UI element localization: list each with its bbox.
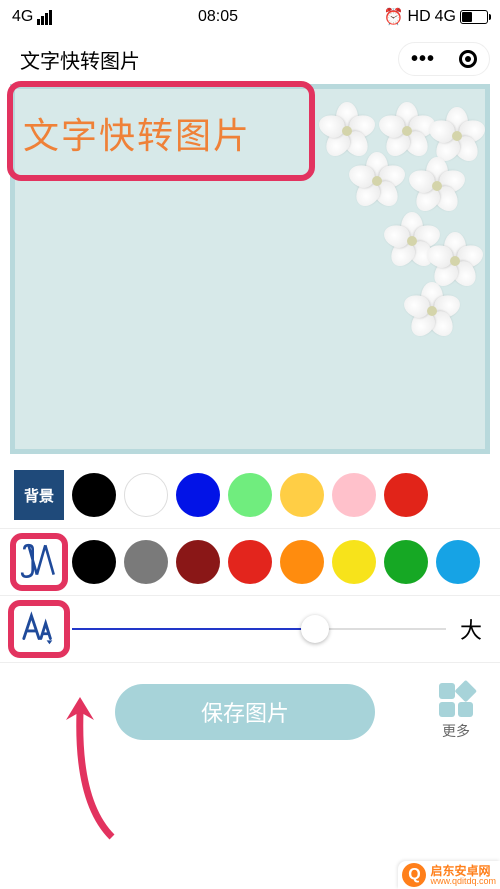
signal-icon [37,10,52,25]
close-icon[interactable] [459,50,477,68]
background-label: 背景 [14,470,64,520]
text-swatch-5[interactable] [332,540,376,584]
action-row: 保存图片 更多 [0,663,500,761]
font-style-button[interactable] [14,537,64,587]
more-button[interactable]: 更多 [426,683,486,741]
text-swatch-7[interactable] [436,540,480,584]
flower-decoration [310,104,485,334]
clock: 08:05 [198,8,238,26]
hd-indicator: HD [408,8,431,26]
bg-swatch-2[interactable] [176,473,220,517]
canvas-text: 文字快转图片 [23,107,251,159]
bg-swatch-4[interactable] [280,473,324,517]
text-swatch-3[interactable] [228,540,272,584]
bg-swatch-6[interactable] [384,473,428,517]
menu-icon[interactable]: ••• [411,48,435,71]
watermark-url: www.qditdq.com [430,877,496,886]
network-type-2: 4G [435,8,456,26]
font-size-row: 大 [0,596,500,663]
text-swatch-1[interactable] [124,540,168,584]
text-swatch-6[interactable] [384,540,428,584]
background-color-row: 背景 [0,462,500,529]
text-swatch-4[interactable] [280,540,324,584]
image-canvas[interactable]: 文字快转图片 [10,84,490,454]
size-max-label: 大 [456,613,486,645]
watermark-logo: Q [402,863,426,887]
page-title: 文字快转图片 [20,45,398,74]
network-type: 4G [12,8,33,26]
watermark: Q 启东安卓网 www.qditdq.com [398,861,500,889]
slider-thumb[interactable] [301,615,329,643]
battery-icon [460,10,488,24]
bg-swatch-1[interactable] [124,473,168,517]
text-swatch-0[interactable] [72,540,116,584]
app-header: 文字快转图片 ••• [0,34,500,84]
more-label: 更多 [442,721,470,741]
font-style-icon [18,541,60,583]
more-icon [439,683,473,717]
font-size-button[interactable] [14,604,64,654]
font-size-slider[interactable] [72,628,446,630]
status-bar: 4G 08:05 ⏰ HD 4G [0,0,500,34]
miniprogram-actions: ••• [398,42,490,76]
text-swatch-2[interactable] [176,540,220,584]
bg-swatch-0[interactable] [72,473,116,517]
bg-swatch-3[interactable] [228,473,272,517]
save-button[interactable]: 保存图片 [115,684,375,740]
watermark-cn: 启东安卓网 [430,865,496,877]
font-size-icon [20,610,58,648]
alarm-icon: ⏰ [384,7,404,27]
bg-swatch-5[interactable] [332,473,376,517]
text-color-row [0,529,500,596]
